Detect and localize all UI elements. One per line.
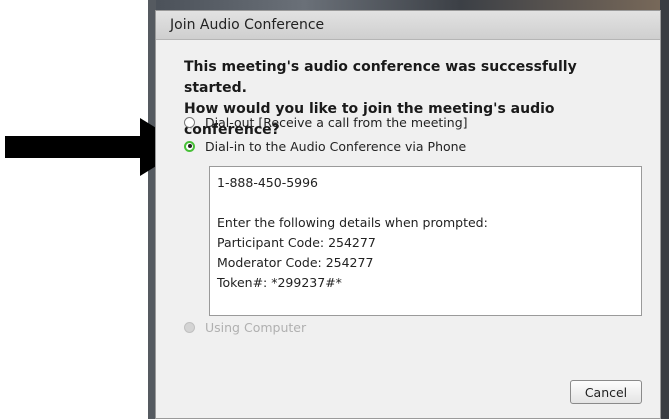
dialog-titlebar[interactable]: Join Audio Conference [156,11,660,40]
dial-in-label[interactable]: Dial-in to the Audio Conference via Phon… [205,139,466,154]
cancel-button[interactable]: Cancel [570,380,642,404]
dial-in-radio[interactable] [184,140,195,152]
prompt-line-1: This meeting's audio conference was succ… [184,59,577,96]
using-computer-label: Using Computer [205,319,307,335]
dial-in-details-box[interactable]: 1-888-450-5996 Enter the following detai… [209,166,642,316]
details-phone: 1-888-450-5996 [217,175,319,190]
details-participant-code: Participant Code: 254277 [217,235,376,250]
details-spacer [217,193,634,213]
option-dial-out[interactable]: Dial-out [Receive a call from the meetin… [184,113,468,131]
using-computer-radio [184,321,195,333]
dial-out-label[interactable]: Dial-out [Receive a call from the meetin… [205,115,468,130]
join-audio-dialog: Join Audio Conference This meeting's aud… [155,10,661,419]
background-app-right [660,0,669,419]
dialog-title: Join Audio Conference [170,17,325,33]
option-using-computer: Using Computer [184,318,306,336]
option-dial-in[interactable]: Dial-in to the Audio Conference via Phon… [184,137,466,155]
dial-out-radio[interactable] [184,116,195,128]
details-instructions: Enter the following details when prompte… [217,215,488,230]
details-token: Token#: *299237#* [217,275,342,290]
details-moderator-code: Moderator Code: 254277 [217,255,374,270]
